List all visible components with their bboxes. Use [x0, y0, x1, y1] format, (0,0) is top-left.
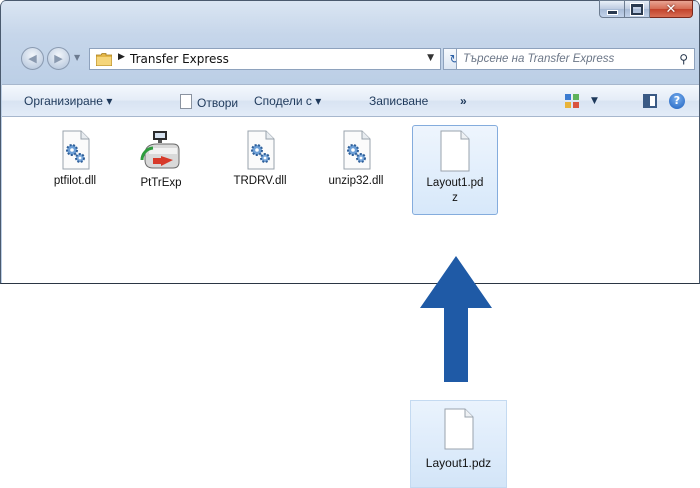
explorer-window: ✕ ◀ ▶ ▼ ▶ Transfer Express ▼ ↻ Търсене н…: [0, 0, 700, 284]
share-with-menu[interactable]: Сподели с ▾: [254, 94, 321, 108]
minimize-icon: [606, 9, 618, 15]
organize-menu[interactable]: Организиране ▾: [24, 94, 112, 108]
caption-buttons: ✕: [599, 0, 693, 20]
dll-gear-icon: [247, 130, 275, 170]
file-name-line1: Layout1.pd: [426, 177, 484, 189]
file-item-trdrv[interactable]: TRDRV.dll: [217, 126, 303, 218]
file-item-pttrexp[interactable]: PtTrExp: [118, 126, 204, 218]
change-view-icon[interactable]: [565, 94, 579, 108]
file-name-line2: z: [452, 192, 458, 204]
back-button[interactable]: ◀: [21, 47, 44, 70]
recent-pages-dropdown-icon[interactable]: ▼: [74, 53, 80, 62]
file-name: unzip32.dll: [328, 175, 384, 187]
preview-pane-icon[interactable]: [643, 94, 657, 108]
file-item-ptfilot[interactable]: ptfilot.dll: [32, 126, 118, 218]
view-dropdown-icon[interactable]: ▼: [591, 96, 598, 106]
breadcrumb-transfer-express[interactable]: Transfer Express: [130, 52, 229, 66]
dll-gear-icon: [343, 130, 371, 170]
file-name: Layout1.pd z: [413, 176, 497, 206]
maximize-button[interactable]: [625, 0, 650, 18]
search-icon[interactable]: ⚲: [679, 52, 688, 66]
address-bar[interactable]: ▶ Transfer Express ▼: [89, 48, 441, 70]
breadcrumb-separator-icon[interactable]: ▶: [118, 52, 125, 62]
minimize-button[interactable]: [599, 0, 625, 18]
app-transfer-icon: [140, 131, 180, 169]
blank-file-icon: [444, 408, 473, 450]
back-arrow-icon: ◀: [28, 52, 37, 65]
more-commands-button[interactable]: »: [460, 94, 467, 108]
address-dropdown-icon[interactable]: ▼: [427, 53, 434, 63]
burn-button[interactable]: Записване: [369, 94, 428, 108]
folder-icon: [96, 53, 112, 66]
file-item-layout1-pdz[interactable]: Layout1.pd z: [412, 125, 498, 215]
forward-arrow-icon: ▶: [54, 52, 63, 65]
upload-arrow-icon: [420, 256, 492, 382]
file-item-unzip32[interactable]: unzip32.dll: [313, 126, 399, 218]
file-name: TRDRV.dll: [233, 175, 287, 187]
search-box[interactable]: Търсене на Transfer Express ⚲: [456, 48, 695, 70]
window-frame: [1, 0, 699, 5]
forward-button[interactable]: ▶: [47, 47, 70, 70]
command-bar: Организиране ▾ Отвори Сподели с ▾ Записв…: [2, 84, 699, 117]
dragged-file-layout1-pdz[interactable]: Layout1.pdz: [410, 400, 507, 488]
maximize-icon: [630, 2, 644, 16]
file-list: ptfilot.dll PtTrExp TRDRV.dll unzip32.dl…: [2, 117, 699, 283]
navigation-row: ◀ ▶ ▼ ▶ Transfer Express ▼ ↻ Търсене на …: [1, 44, 699, 74]
open-label: Отвори: [197, 96, 239, 110]
file-name: ptfilot.dll: [53, 175, 97, 187]
file-name: PtTrExp: [140, 177, 182, 189]
open-page-icon: [180, 94, 192, 109]
dll-gear-icon: [62, 130, 90, 170]
help-icon[interactable]: ?: [669, 93, 685, 109]
open-button[interactable]: Отвори: [180, 94, 238, 110]
close-icon: ✕: [665, 1, 677, 17]
close-button[interactable]: ✕: [650, 0, 693, 18]
search-input[interactable]: Търсене на Transfer Express: [463, 53, 614, 65]
blank-file-icon: [440, 130, 470, 172]
dragged-file-name: Layout1.pdz: [425, 456, 492, 470]
